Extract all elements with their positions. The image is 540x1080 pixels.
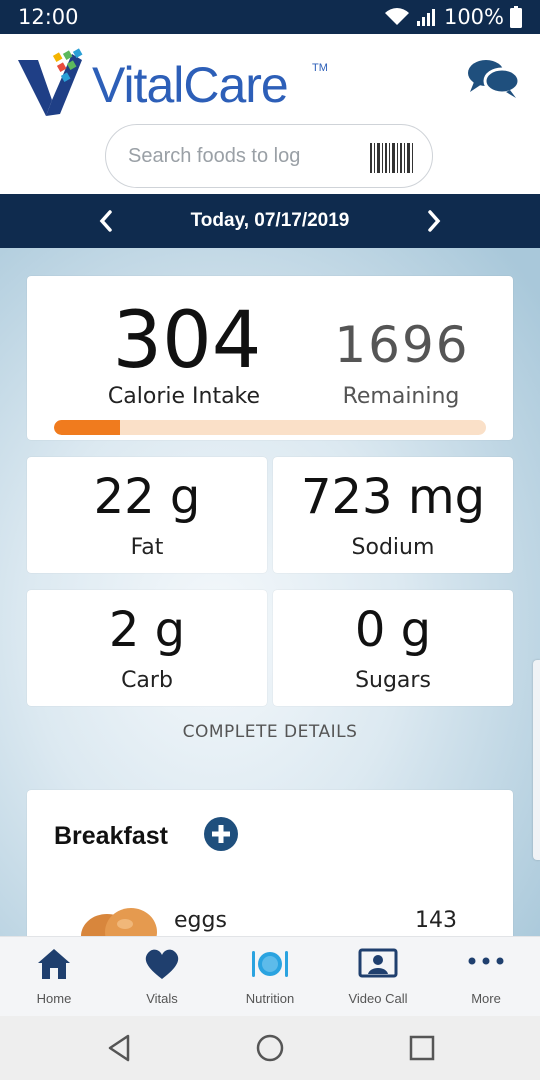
calories-remaining-label: Remaining	[342, 384, 460, 409]
heart-icon	[145, 949, 179, 979]
nav-home[interactable]: Home	[0, 937, 108, 1017]
food-item-calories: 143	[415, 908, 457, 933]
app-header: VitalCare TM	[0, 34, 540, 192]
add-food-button[interactable]	[203, 816, 239, 852]
nav-vitals[interactable]: Vitals	[108, 937, 216, 1017]
nav-video-call[interactable]: Video Call	[324, 937, 432, 1017]
nav-label: Vitals	[146, 991, 178, 1006]
nutrient-value: 2 g	[108, 602, 186, 658]
battery-icon	[510, 6, 522, 28]
system-navigation-bar	[0, 1016, 540, 1080]
next-day-button[interactable]	[416, 203, 452, 239]
nutrient-label: Carb	[121, 668, 173, 693]
battery-percent: 100%	[443, 5, 504, 29]
meal-card-breakfast: Breakfast eggs 143	[27, 790, 513, 936]
chat-icon[interactable]	[466, 56, 522, 100]
bottom-navigation: Home Vitals Nutrition Video Call More	[0, 936, 540, 1017]
vitalcare-logo: VitalCare TM	[16, 44, 336, 124]
nutrient-card-sugars[interactable]: 0 g Sugars	[273, 590, 513, 706]
signal-icon	[416, 9, 435, 26]
calorie-intake-label: Calorie Intake	[107, 384, 261, 409]
barcode-icon[interactable]	[368, 141, 414, 175]
nav-label: Nutrition	[245, 991, 295, 1006]
nutrient-label: Sugars	[355, 668, 431, 693]
chevron-right-icon	[428, 210, 441, 232]
nav-label: Home	[36, 991, 72, 1006]
trademark: TM	[312, 62, 328, 74]
food-item-name[interactable]: eggs	[174, 908, 227, 933]
more-icon	[468, 957, 504, 965]
nutrient-card-carb[interactable]: 2 g Carb	[27, 590, 267, 706]
nutrient-card-fat[interactable]: 22 g Fat	[27, 457, 267, 573]
status-bar: 12:00 100%	[0, 0, 540, 34]
status-icons: 100%	[384, 5, 522, 29]
search-input[interactable]	[128, 139, 358, 173]
nutrient-value: 0 g	[354, 602, 432, 658]
home-circle-icon[interactable]	[254, 1032, 286, 1064]
calories-remaining-value: 1696	[334, 316, 470, 374]
calorie-progress-fill	[54, 420, 120, 435]
search-box	[105, 124, 433, 188]
nutrient-label: Fat	[130, 535, 164, 560]
nutrient-label: Sodium	[351, 535, 435, 560]
date-navigation: Today, 07/17/2019	[0, 194, 540, 248]
calorie-summary-card[interactable]: 304 Calorie Intake 1696 Remaining	[27, 276, 513, 440]
video-call-icon	[358, 948, 398, 978]
nutrient-value: 22 g	[93, 469, 201, 525]
calorie-progress-bar	[54, 420, 486, 435]
logo-mark-icon	[18, 48, 83, 116]
plate-icon	[252, 951, 288, 977]
complete-details-link[interactable]: COMPLETE DETAILS	[120, 722, 420, 742]
current-date: Today, 07/17/2019	[190, 210, 350, 231]
side-panel-handle[interactable]	[533, 660, 540, 860]
nav-nutrition[interactable]: Nutrition	[216, 937, 324, 1017]
nav-label: Video Call	[348, 991, 408, 1006]
calorie-intake-value: 304	[112, 296, 262, 386]
nav-label: More	[471, 991, 501, 1006]
nutrient-value: 723 mg	[300, 469, 486, 525]
eggs-food-image	[81, 908, 157, 936]
dashboard-content[interactable]: 304 Calorie Intake 1696 Remaining 22 g F…	[0, 248, 540, 936]
recent-apps-icon[interactable]	[406, 1032, 438, 1064]
meal-title: Breakfast	[54, 822, 168, 850]
chevron-left-icon	[99, 210, 112, 232]
back-icon[interactable]	[104, 1032, 136, 1064]
nav-more[interactable]: More	[432, 937, 540, 1017]
status-time: 12:00	[18, 5, 79, 29]
wifi-icon	[384, 8, 409, 25]
nutrient-card-sodium[interactable]: 723 mg Sodium	[273, 457, 513, 573]
previous-day-button[interactable]	[88, 203, 124, 239]
home-icon	[38, 949, 70, 979]
brand-name: VitalCare	[92, 57, 289, 113]
